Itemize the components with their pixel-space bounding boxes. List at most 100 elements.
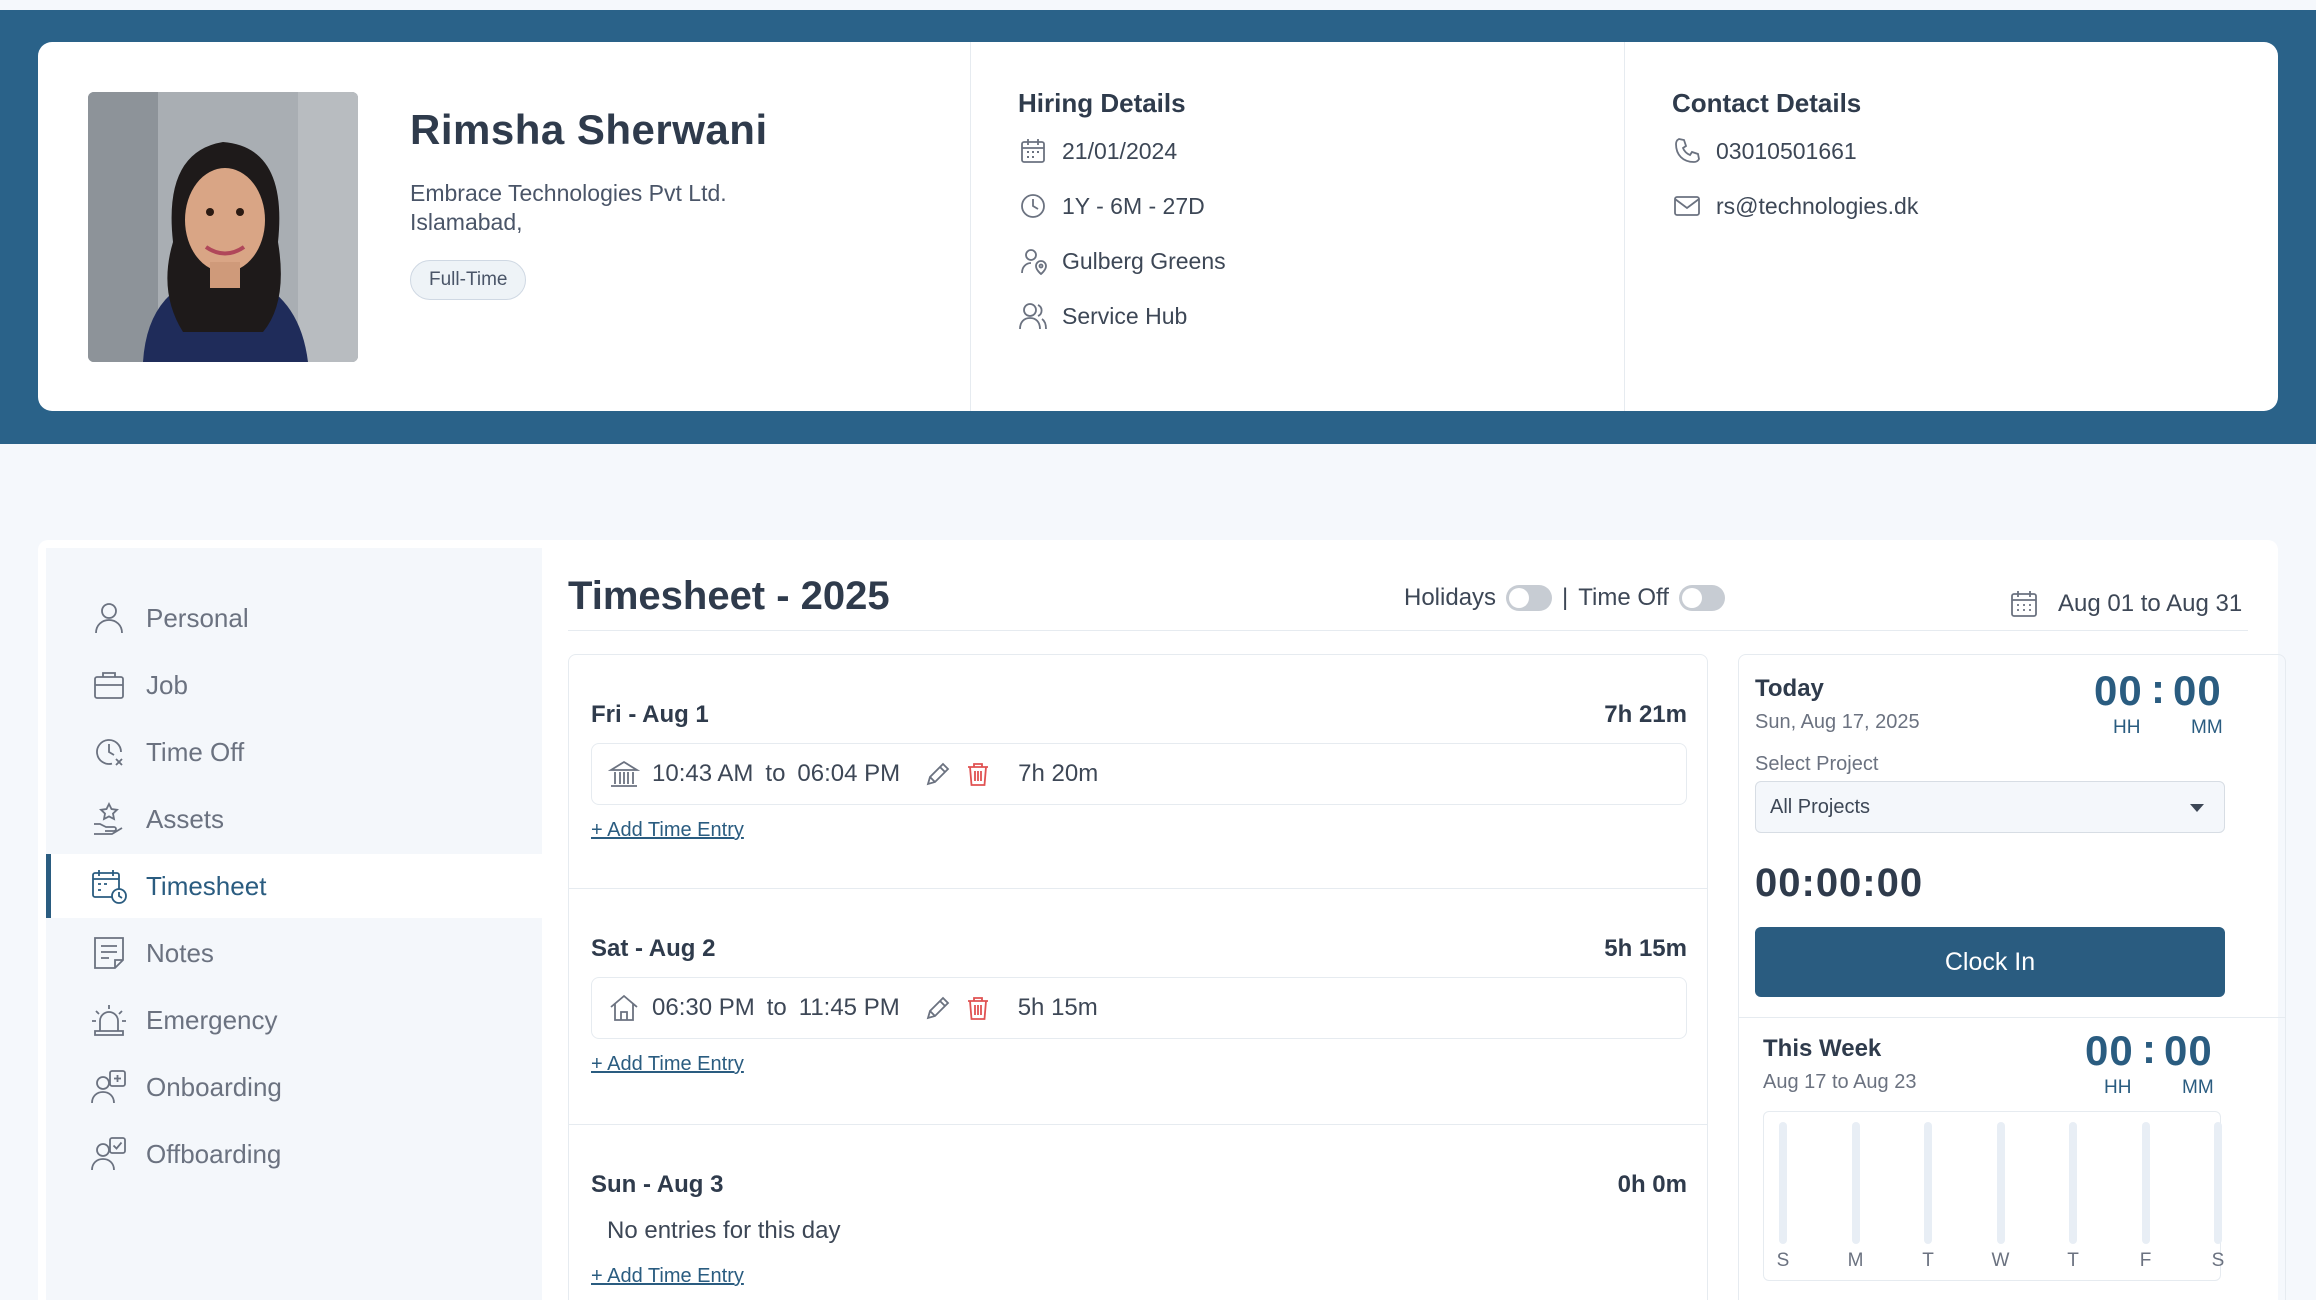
department: Service Hub xyxy=(1062,302,1188,329)
sidebar-item-label: Onboarding xyxy=(146,1071,282,1102)
pencil-icon[interactable] xyxy=(924,994,952,1022)
sidebar-item-time-off[interactable]: Time Off xyxy=(46,720,542,784)
weekly-hours-chart: SMTWTFS xyxy=(1763,1111,2224,1281)
trash-icon[interactable] xyxy=(964,994,992,1022)
day-total: 5h 15m xyxy=(1604,935,1687,962)
sidebar-item-onboarding[interactable]: Onboarding xyxy=(46,1055,542,1119)
user-location-icon xyxy=(1018,246,1048,276)
week-colon: : xyxy=(2142,1025,2157,1072)
project-select[interactable]: All Projects xyxy=(1755,781,2225,833)
mail-icon xyxy=(1672,191,1702,221)
week-hh-label: HH xyxy=(2104,1077,2132,1098)
sidebar: Personal Job Time Off Assets Timesheet N… xyxy=(46,548,542,1300)
entry-end: 06:04 PM xyxy=(797,760,901,787)
today-colon: : xyxy=(2151,665,2166,712)
sidebar-item-offboarding[interactable]: Offboarding xyxy=(46,1122,542,1186)
contact-details-title: Contact Details xyxy=(1672,88,1862,118)
week-day-label: M xyxy=(1847,1250,1864,1271)
date-range: Aug 01 to Aug 31 xyxy=(2058,590,2243,617)
title-divider xyxy=(568,630,2248,631)
today-date: Sun, Aug 17, 2025 xyxy=(1755,711,1920,733)
clock-x-icon xyxy=(90,733,128,771)
week-bar xyxy=(2069,1122,2077,1244)
sidebar-item-assets[interactable]: Assets xyxy=(46,787,542,851)
week-hours: 00 xyxy=(2085,1027,2134,1074)
day-list: Fri - Aug 1 7h 21m 10:43 AM to 06:04 PM … xyxy=(568,654,1708,1300)
today-label: Today xyxy=(1755,675,1824,702)
week-bar xyxy=(1996,1122,2005,1244)
profile-card: Rimsha Sherwani Embrace Technologies Pvt… xyxy=(38,42,2278,411)
person-icon xyxy=(90,599,128,637)
sidebar-item-job[interactable]: Job xyxy=(46,653,542,717)
entry-duration: 5h 15m xyxy=(1017,994,1098,1021)
briefcase-icon xyxy=(90,666,128,704)
office-building-icon xyxy=(608,758,640,790)
week-range: Aug 17 to Aug 23 xyxy=(1763,1071,1917,1093)
calendar-clock-icon xyxy=(90,867,128,905)
week-bar xyxy=(1779,1122,1787,1244)
sidebar-item-label: Assets xyxy=(146,803,225,834)
hiring-date: 21/01/2024 xyxy=(1062,137,1178,164)
entry-to: to xyxy=(766,994,787,1021)
holidays-label: Holidays xyxy=(1404,584,1497,611)
day-card: Fri - Aug 1 7h 21m 10:43 AM to 06:04 PM … xyxy=(569,655,1707,889)
team-icon xyxy=(1018,301,1048,331)
clock-in-button[interactable]: Clock In xyxy=(1755,927,2225,997)
sidebar-item-label: Notes xyxy=(146,937,214,968)
select-project-label: Select Project xyxy=(1755,753,1879,775)
today-mm-label: MM xyxy=(2191,717,2223,738)
day-name: Fri - Aug 1 xyxy=(591,701,709,728)
week-day-label: S xyxy=(2211,1250,2225,1271)
notes-icon xyxy=(90,934,128,972)
hiring-details-title: Hiring Details xyxy=(1018,88,1186,118)
department-row: Service Hub xyxy=(1018,301,1187,331)
today-hours: 00 xyxy=(2094,667,2143,714)
entry-end: 11:45 PM xyxy=(798,994,900,1021)
section-divider xyxy=(1624,42,1625,411)
sidebar-item-label: Time Off xyxy=(146,736,245,767)
week-bar xyxy=(2141,1122,2150,1244)
add-time-entry-link[interactable]: + Add Time Entry xyxy=(591,1053,744,1076)
tenure-row: 1Y - 6M - 27D xyxy=(1018,191,1205,221)
time-off-label: Time Off xyxy=(1578,584,1669,611)
time-entry: 06:30 PM to 11:45 PM 5h 15m xyxy=(591,977,1687,1039)
date-range-picker[interactable]: Aug 01 to Aug 31 xyxy=(2008,588,2242,620)
week-bar xyxy=(2214,1122,2222,1244)
entry-start: 10:43 AM xyxy=(652,760,754,787)
chevron-down-icon xyxy=(2190,804,2204,812)
time-off-toggle[interactable] xyxy=(1678,585,1725,611)
week-minutes: 00 xyxy=(2164,1027,2213,1074)
employee-city: Islamabad, xyxy=(410,209,523,235)
week-day-label: T xyxy=(1922,1250,1934,1271)
empty-day-message: No entries for this day xyxy=(607,1217,841,1244)
sidebar-item-label: Offboarding xyxy=(146,1138,282,1169)
holidays-toggle[interactable] xyxy=(1506,585,1553,611)
email-row: rs@technologies.dk xyxy=(1672,191,1918,221)
add-time-entry-link[interactable]: + Add Time Entry xyxy=(591,819,744,842)
employee-company: Embrace Technologies Pvt Ltd. xyxy=(410,180,727,206)
phone-number[interactable]: 03010501661 xyxy=(1716,138,1857,165)
hiring-date-row: 21/01/2024 xyxy=(1018,136,1177,166)
toggle-separator: | xyxy=(1562,584,1569,611)
add-time-entry-link[interactable]: + Add Time Entry xyxy=(591,1265,744,1288)
today-minutes: 00 xyxy=(2173,667,2222,714)
sidebar-item-emergency[interactable]: Emergency xyxy=(46,988,542,1052)
email-address[interactable]: rs@technologies.dk xyxy=(1716,193,1918,220)
week-bar xyxy=(1924,1122,1932,1244)
pencil-icon[interactable] xyxy=(924,760,952,788)
work-location: Gulberg Greens xyxy=(1062,247,1226,274)
employment-type-badge: Full-Time xyxy=(410,260,527,300)
phone-icon xyxy=(1672,136,1702,166)
sidebar-item-timesheet[interactable]: Timesheet xyxy=(46,854,542,918)
phone-row: 03010501661 xyxy=(1672,136,1857,166)
employee-name: Rimsha Sherwani xyxy=(410,106,768,153)
this-week-label: This Week xyxy=(1763,1035,1882,1062)
employee-photo xyxy=(88,92,358,362)
sidebar-item-personal[interactable]: Personal xyxy=(46,586,542,650)
time-entry: 10:43 AM to 06:04 PM 7h 20m xyxy=(591,743,1687,805)
home-icon xyxy=(608,992,640,1024)
day-name: Sat - Aug 2 xyxy=(591,935,716,962)
sidebar-item-notes[interactable]: Notes xyxy=(46,921,542,985)
hand-star-icon xyxy=(90,800,128,838)
trash-icon[interactable] xyxy=(964,760,992,788)
